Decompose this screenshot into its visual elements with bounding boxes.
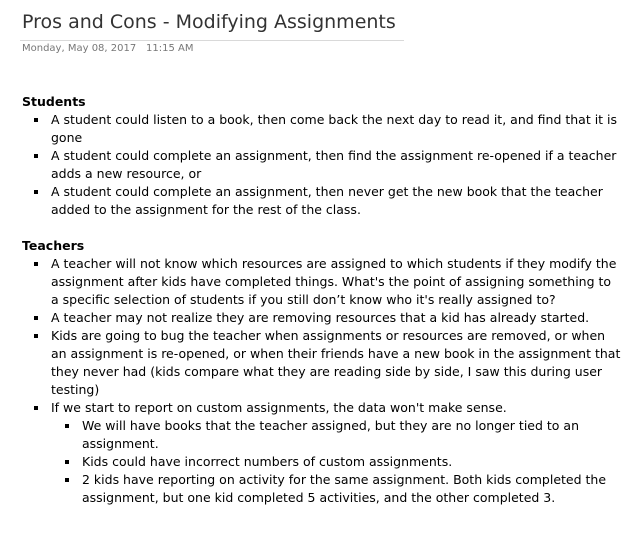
students-list: A student could listen to a book, then c…: [22, 111, 622, 219]
list-item: A teacher may not realize they are remov…: [34, 309, 622, 327]
bullet-icon: [34, 334, 38, 338]
list-item-text: A student could complete an assignment, …: [51, 148, 617, 181]
page-time: 11:15 AM: [146, 43, 194, 54]
sublist-item-text: Kids could have incorrect numbers of cus…: [82, 454, 453, 469]
sublist-item-text: We will have books that the teacher assi…: [82, 418, 579, 451]
bullet-icon: [65, 478, 69, 482]
bullet-icon: [65, 424, 69, 428]
page-title[interactable]: Pros and Cons - Modifying Assignments: [22, 11, 396, 33]
note-page: Pros and Cons - Modifying Assignments Mo…: [0, 0, 643, 546]
bullet-icon: [34, 316, 38, 320]
sublist-item-text: 2 kids have reporting on activity for th…: [82, 472, 607, 505]
sublist-item: We will have books that the teacher assi…: [65, 417, 622, 453]
bullet-icon: [34, 118, 38, 122]
teachers-list: A teacher will not know which resources …: [22, 255, 622, 507]
bullet-icon: [34, 406, 38, 410]
list-item: A teacher will not know which resources …: [34, 255, 622, 309]
list-item: A student could complete an assignment, …: [34, 147, 622, 183]
list-item-text: A teacher may not realize they are remov…: [51, 310, 590, 325]
list-item-text: If we start to report on custom assignme…: [51, 400, 507, 415]
list-item: A student could listen to a book, then c…: [34, 111, 622, 147]
teachers-heading: Teachers: [22, 238, 85, 253]
list-item-text: A teacher will not know which resources …: [51, 256, 617, 307]
list-item-text: A student could listen to a book, then c…: [51, 112, 618, 145]
sublist-item: Kids could have incorrect numbers of cus…: [65, 453, 622, 471]
list-item: If we start to report on custom assignme…: [34, 399, 622, 507]
bullet-icon: [65, 460, 69, 464]
bullet-icon: [34, 154, 38, 158]
list-item: Kids are going to bug the teacher when a…: [34, 327, 622, 399]
list-item: A student could complete an assignment, …: [34, 183, 622, 219]
list-item-text: A student could complete an assignment, …: [51, 184, 603, 217]
custom-assignments-sublist: We will have books that the teacher assi…: [51, 417, 622, 507]
sublist-item: 2 kids have reporting on activity for th…: [65, 471, 622, 507]
page-date: Monday, May 08, 2017: [22, 43, 137, 54]
note-content[interactable]: Students A student could listen to a boo…: [22, 93, 622, 507]
students-heading: Students: [22, 94, 86, 109]
bullet-icon: [34, 262, 38, 266]
title-divider: [20, 40, 404, 41]
bullet-icon: [34, 190, 38, 194]
list-item-text: Kids are going to bug the teacher when a…: [51, 328, 621, 397]
